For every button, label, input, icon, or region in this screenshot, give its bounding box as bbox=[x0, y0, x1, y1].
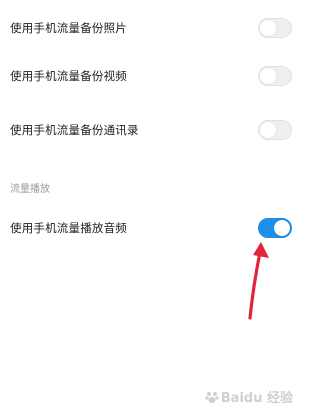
setting-label-backup-photos: 使用手机流量备份照片 bbox=[10, 21, 127, 35]
toggle-backup-contacts[interactable] bbox=[258, 120, 292, 140]
setting-label-backup-videos: 使用手机流量备份视频 bbox=[10, 69, 127, 83]
watermark: Baidu 经验 bbox=[205, 387, 293, 406]
toggle-knob bbox=[260, 122, 276, 138]
setting-label-backup-contacts: 使用手机流量备份通讯录 bbox=[10, 123, 139, 137]
setting-row-backup-photos[interactable]: 使用手机流量备份照片 bbox=[0, 8, 299, 48]
setting-row-backup-videos[interactable]: 使用手机流量备份视频 bbox=[0, 56, 299, 96]
toggle-knob bbox=[260, 20, 276, 36]
setting-label-play-audio: 使用手机流量播放音频 bbox=[10, 221, 127, 235]
toggle-backup-photos[interactable] bbox=[258, 18, 292, 38]
red-arrow-pointing-up-icon bbox=[248, 242, 269, 320]
toggle-knob bbox=[274, 220, 290, 236]
setting-row-backup-contacts[interactable]: 使用手机流量备份通讯录 bbox=[0, 110, 299, 150]
toggle-backup-videos[interactable] bbox=[258, 66, 292, 86]
toggle-play-audio[interactable] bbox=[258, 218, 292, 238]
watermark-text: Baidu 经验 bbox=[220, 391, 293, 406]
settings-page: 使用手机流量备份照片 使用手机流量备份视频 使用手机流量备份通讯录 流量播放 使… bbox=[0, 0, 299, 416]
baidu-paw-logo-icon bbox=[205, 391, 219, 403]
toggle-knob bbox=[260, 68, 276, 84]
section-header-playback: 流量播放 bbox=[10, 184, 50, 195]
